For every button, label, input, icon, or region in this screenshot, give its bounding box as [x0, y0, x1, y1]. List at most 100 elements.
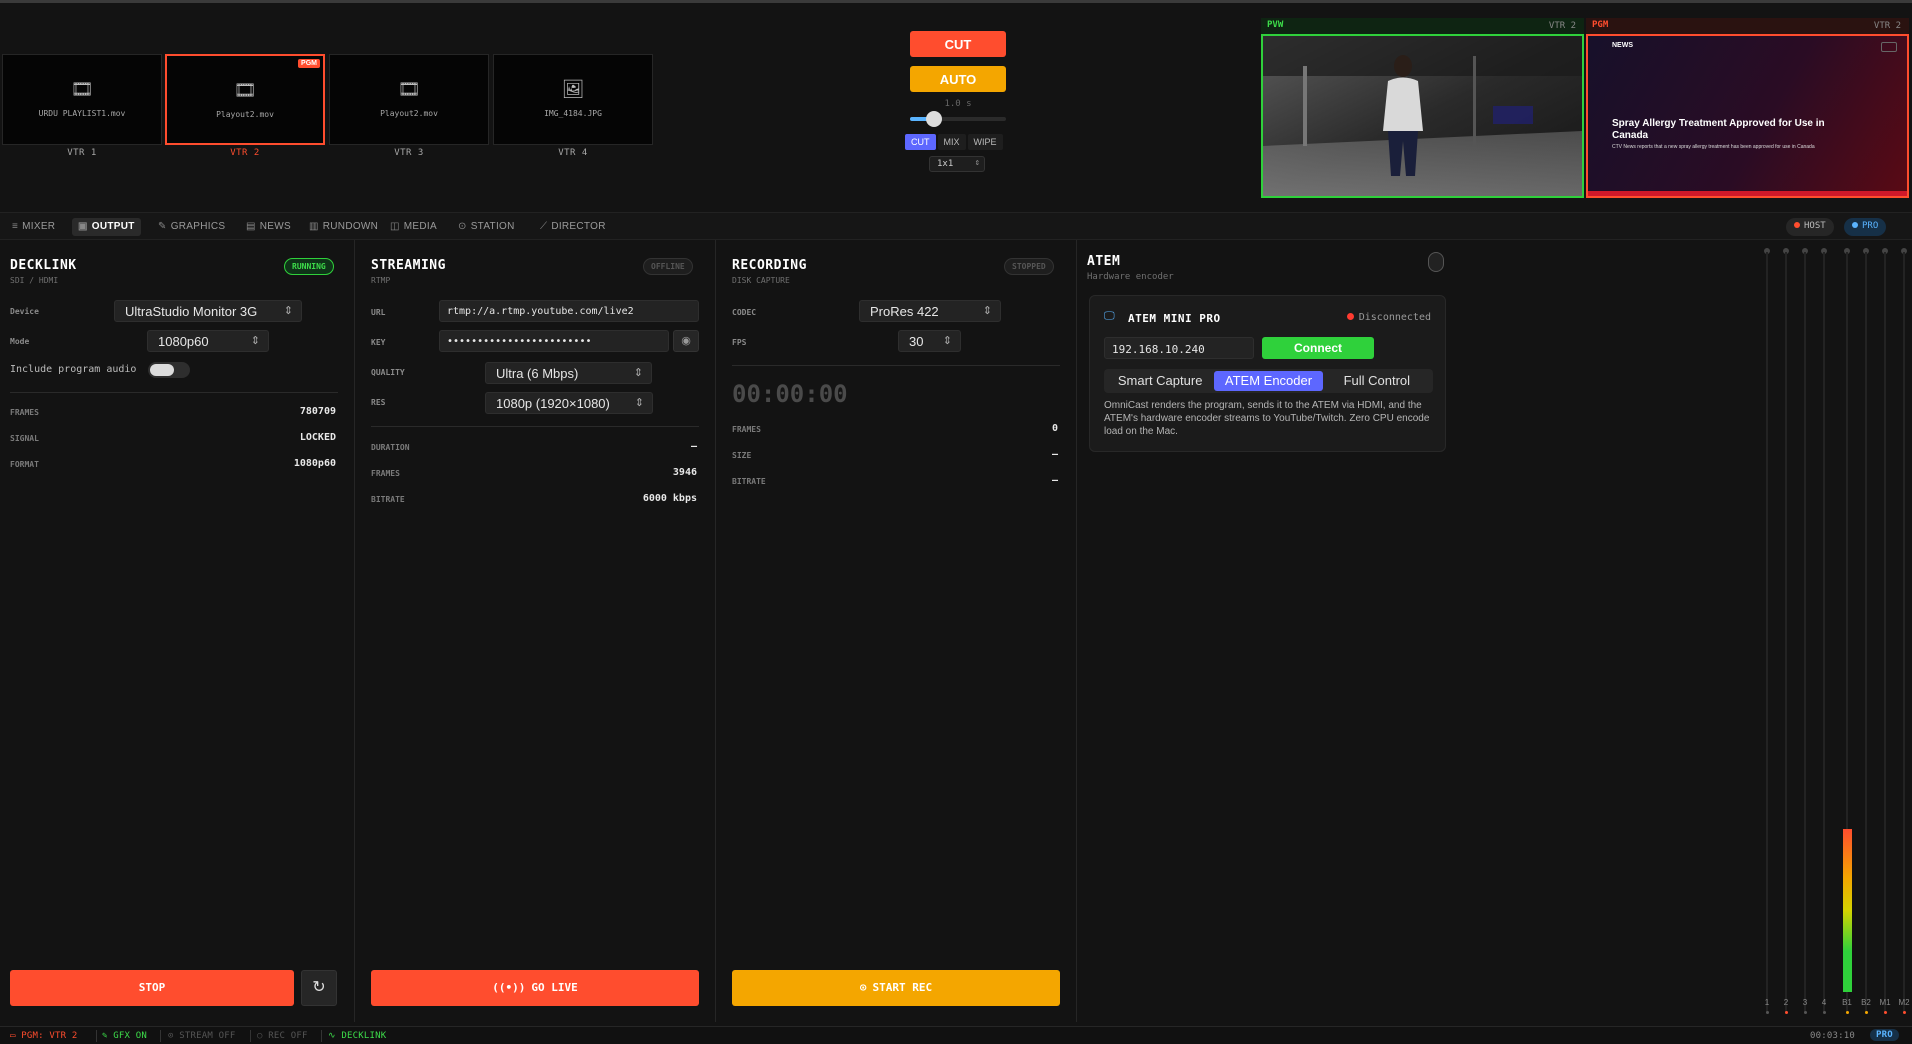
program-source: VTR 2	[1873, 21, 1901, 31]
tab-label: MIXER	[22, 221, 56, 232]
recording-panel: RECORDING DISK CAPTURE STOPPED CODEC Pro…	[722, 240, 1077, 1022]
status-dot	[1346, 313, 1354, 320]
transition-type-cut[interactable]: CUT	[905, 134, 936, 150]
tab-label: NEWS	[259, 221, 291, 232]
fps-select[interactable]: 30 ⇕	[898, 330, 961, 352]
atem-ip-input[interactable]: 192.168.10.240	[1104, 337, 1254, 359]
stop-button[interactable]: STOP	[10, 970, 294, 1006]
rec-frames-value: 0	[1051, 423, 1058, 434]
key-input[interactable]: ••••••••••••••••••••••••	[439, 330, 669, 352]
preview-monitor[interactable]: PVW VTR 2	[1261, 18, 1584, 198]
grid-select[interactable]: 1x1 ⇕	[929, 156, 985, 172]
tab-output[interactable]: ▣ OUTPUT	[72, 218, 141, 236]
tab-graphics[interactable]: ✎ GRAPHICS	[152, 218, 231, 236]
meter-track-4	[1823, 252, 1825, 1012]
tab-director[interactable]: ⟋ DIRECTOR	[534, 218, 612, 236]
preview-video	[1261, 34, 1584, 198]
transition-slider-handle[interactable]	[926, 111, 942, 127]
stat-label: SIZE	[732, 451, 752, 460]
frames-value: 780709	[299, 406, 336, 417]
program-header: PGM VTR 2	[1586, 18, 1909, 34]
vtr-label: VTR 3	[394, 148, 424, 158]
res-label: RES	[371, 398, 386, 407]
vtr-1-thumb[interactable]: 🎞 URDU PLAYLIST1.mov	[2, 54, 162, 145]
bug-icon	[1881, 42, 1897, 52]
res-select[interactable]: 1080p (1920×1080) ⇕	[485, 392, 653, 414]
brush-icon: ✎	[158, 221, 167, 232]
tab-rundown[interactable]: ▥ RUNDOWN	[303, 218, 384, 236]
preview-header: PVW VTR 2	[1261, 18, 1584, 34]
decklink-subtitle: SDI / HDMI	[10, 276, 59, 285]
camera-icon: ▣	[78, 221, 88, 232]
recording-status-badge: STOPPED	[1004, 258, 1054, 275]
connect-button[interactable]: Connect	[1262, 337, 1374, 359]
vtr-2-thumb[interactable]: PGM 🎞 Playout2.mov	[165, 54, 325, 145]
preview-video-frame	[1263, 36, 1582, 196]
url-input[interactable]: rtmp://a.rtmp.youtube.com/live2	[439, 300, 699, 322]
host-pill[interactable]: HOST	[1786, 218, 1834, 236]
film-icon: 🎞	[70, 79, 94, 99]
stream-frames-value: 3946	[672, 467, 697, 478]
meter-status-dot	[1884, 1011, 1887, 1014]
signal-icon: ∿	[328, 1031, 342, 1041]
fps-value: 30	[909, 334, 924, 349]
meter-track-1	[1766, 252, 1768, 1012]
vtr-label: VTR 2	[230, 148, 260, 158]
auto-button[interactable]: AUTO	[910, 66, 1006, 92]
tab-news[interactable]: ▤ NEWS	[240, 218, 297, 236]
tab-media[interactable]: ◫ MEDIA	[384, 218, 443, 236]
top-strip	[0, 0, 1912, 3]
stat-label: FRAMES	[371, 469, 400, 478]
broadcast-icon: ((•))	[492, 981, 526, 994]
atem-toggle[interactable]	[1428, 252, 1444, 272]
status-gfx-text: GFX ON	[113, 1031, 147, 1041]
newspaper-icon: ▤	[246, 221, 256, 232]
start-rec-button[interactable]: ⊙ START REC	[732, 970, 1060, 1006]
tab-label: GRAPHICS	[170, 221, 226, 232]
stat-label: FRAMES	[732, 425, 761, 434]
quality-select[interactable]: Ultra (6 Mbps) ⇕	[485, 362, 652, 384]
vtr-source: Playout2.mov	[380, 109, 438, 118]
device-value: UltraStudio Monitor 3G	[125, 304, 258, 319]
eye-icon: ◉	[681, 335, 691, 347]
device-select[interactable]: UltraStudio Monitor 3G ⇕	[114, 300, 302, 322]
image-icon: 🖼	[561, 79, 585, 99]
show-key-button[interactable]: ◉	[673, 330, 699, 352]
mode-select[interactable]: 1080p60 ⇕	[147, 330, 269, 352]
tab-mixer[interactable]: ≡ MIXER	[6, 218, 61, 236]
status-stream-text: STREAM OFF	[179, 1031, 236, 1041]
meter-track-2	[1785, 252, 1787, 1012]
transition-type-wipe[interactable]: WIPE	[967, 134, 1003, 150]
go-live-button[interactable]: ((•)) GO LIVE	[371, 970, 699, 1006]
pro-pill[interactable]: PRO	[1844, 218, 1887, 236]
app-root: 🎞 URDU PLAYLIST1.mov VTR 1 PGM 🎞 Playout…	[0, 0, 1912, 1044]
tab-station[interactable]: ⊙ STATION	[452, 218, 521, 236]
codec-value: ProRes 422	[870, 304, 939, 319]
pro-label: PRO	[1862, 221, 1879, 231]
status-decklink-text: DECKLINK	[341, 1031, 387, 1041]
transition-slider[interactable]	[910, 111, 1006, 127]
vtr-3-thumb[interactable]: 🎞 Playout2.mov	[329, 54, 489, 145]
meter-track-m1	[1884, 252, 1886, 1012]
mode-value: 1080p60	[158, 334, 209, 349]
atem-device-card: 🖵 ATEM MINI PRO Disconnected 192.168.10.…	[1089, 295, 1446, 452]
status-rec: ○ REC OFF	[257, 1031, 308, 1041]
program-audio-toggle[interactable]	[148, 362, 190, 378]
program-monitor[interactable]: PGM VTR 2 NEWS Spray Allergy Treatment A…	[1586, 18, 1909, 198]
atem-mode-selector: Smart Capture ATEM Encoder Full Control	[1104, 369, 1433, 393]
codec-select[interactable]: ProRes 422 ⇕	[859, 300, 1001, 322]
transition-type-mix[interactable]: MIX	[937, 134, 966, 150]
status-pgm-text: PGM: VTR 2	[21, 1031, 78, 1041]
mode-smart-capture[interactable]: Smart Capture	[1106, 371, 1214, 391]
status-decklink: ∿ DECKLINK	[328, 1031, 386, 1041]
mode-atem-encoder[interactable]: ATEM Encoder	[1214, 371, 1323, 391]
meter-level-b1	[1843, 829, 1852, 992]
vtr-4-thumb[interactable]: 🖼 IMG_4184.JPG	[493, 54, 653, 145]
mode-full-control[interactable]: Full Control	[1323, 371, 1431, 391]
atem-description: OmniCast renders the program, sends it t…	[1104, 400, 1430, 437]
clipboard-icon: ▥	[309, 221, 319, 232]
cut-button[interactable]: CUT	[910, 31, 1006, 57]
status-timecode: 00:03:10	[1810, 1031, 1855, 1041]
stat-label: FORMAT	[10, 460, 39, 469]
refresh-button[interactable]: ↻	[301, 970, 337, 1006]
